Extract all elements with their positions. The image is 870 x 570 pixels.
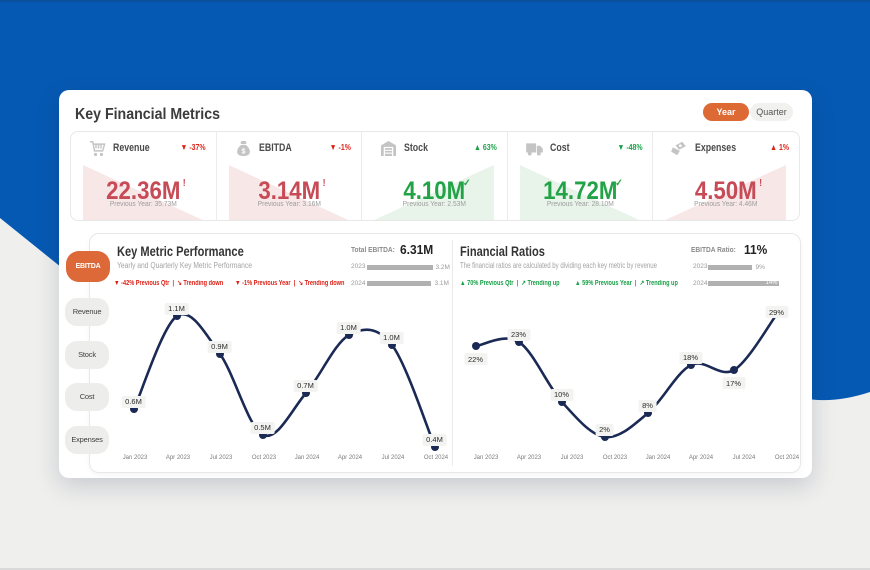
svg-text:$: $ — [241, 147, 245, 155]
